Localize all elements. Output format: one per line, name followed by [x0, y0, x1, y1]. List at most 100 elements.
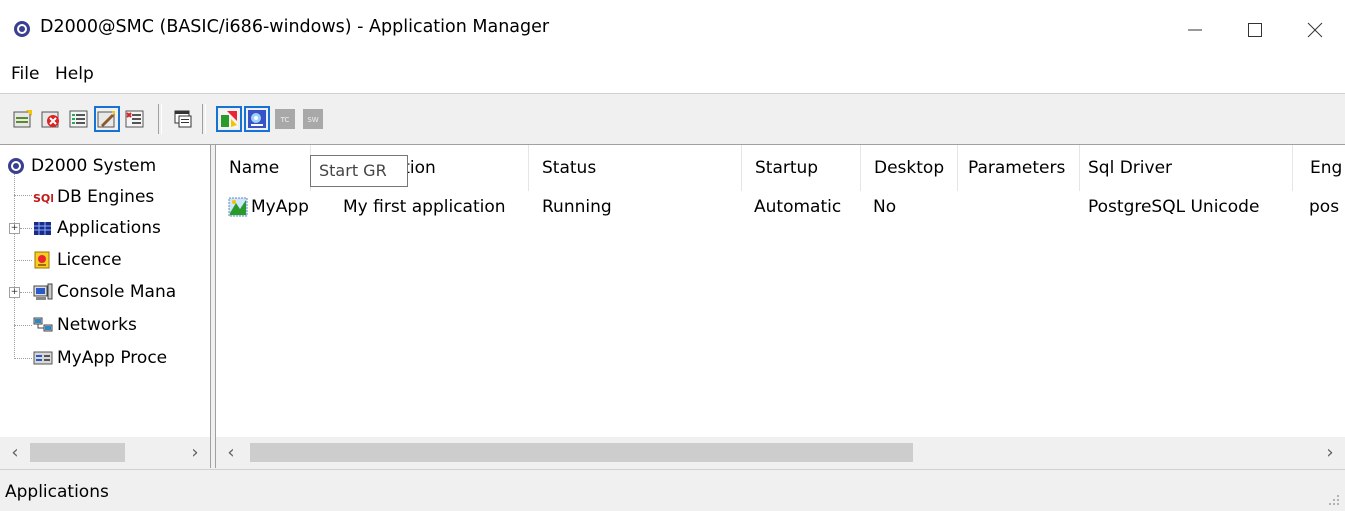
resize-grip-icon[interactable] — [1328, 494, 1340, 506]
close-icon — [1307, 22, 1323, 38]
maximize-button[interactable] — [1225, 0, 1285, 60]
tree-item-networks[interactable]: Networks — [33, 310, 137, 340]
tree-connector — [20, 292, 32, 293]
start-gr-button[interactable] — [216, 106, 242, 132]
minimize-icon — [1188, 29, 1202, 31]
status-text: Applications — [5, 482, 109, 502]
scroll-left-icon[interactable]: ‹ — [216, 437, 246, 468]
application-icon — [228, 197, 248, 217]
new-button[interactable] — [10, 106, 36, 132]
toolbar: TC SW — [0, 94, 1345, 145]
svg-text:SQL: SQL — [33, 192, 53, 205]
delete-button[interactable] — [38, 106, 64, 132]
column-header-engine[interactable]: Eng — [1293, 145, 1345, 191]
tree-item-label: Applications — [57, 218, 161, 238]
monitor-icon — [248, 110, 266, 128]
column-header-parameters[interactable]: Parameters — [958, 145, 1080, 191]
tree-connector — [14, 358, 32, 359]
tree-item-label: Console Mana — [57, 282, 177, 302]
tree-item-myapp-process[interactable]: MyApp Proce — [33, 343, 167, 373]
scrollbar-thumb[interactable] — [30, 443, 125, 462]
minimize-button[interactable] — [1165, 0, 1225, 60]
delete-icon — [41, 111, 59, 128]
edit-icon — [97, 111, 115, 128]
process-icon — [33, 351, 53, 365]
cell-engine: pos — [1309, 197, 1340, 217]
close-button[interactable] — [1285, 0, 1345, 60]
list-horizontal-scrollbar[interactable]: ‹ › — [216, 437, 1345, 468]
menu-file[interactable]: File — [11, 64, 39, 84]
cut-button[interactable] — [122, 106, 148, 132]
licence-icon — [34, 251, 50, 269]
tree-view[interactable]: + + D2000 System SQL DB Engines Applicat… — [0, 145, 211, 437]
column-header-startup[interactable]: Startup — [742, 145, 861, 191]
tooltip: Start GR — [310, 155, 408, 187]
scroll-right-icon[interactable]: › — [1315, 437, 1345, 468]
sw-button[interactable]: SW — [300, 106, 326, 132]
window-icon — [174, 110, 192, 128]
tree-connector — [14, 169, 15, 359]
cell-desktop: No — [873, 197, 897, 217]
cell-status: Running — [542, 197, 612, 217]
start-gr-icon — [220, 110, 238, 128]
tree-item-label: Licence — [57, 250, 122, 270]
tree-root-label: D2000 System — [31, 156, 157, 176]
svg-text:SW: SW — [307, 116, 318, 124]
panel-splitter[interactable] — [210, 145, 216, 468]
table-row[interactable]: MyApp My first application Running Autom… — [216, 191, 1345, 223]
tree-item-licence[interactable]: Licence — [33, 245, 122, 275]
sw-icon: SW — [303, 109, 323, 129]
application-list[interactable]: Name Description Status Startup Desktop … — [216, 145, 1345, 437]
monitor-button[interactable] — [244, 106, 270, 132]
sql-icon: SQL — [33, 192, 53, 205]
expand-applications[interactable]: + — [9, 223, 20, 234]
network-icon — [33, 317, 53, 332]
cell-parameters — [958, 191, 967, 223]
expand-console-manager[interactable]: + — [9, 287, 20, 298]
app-icon — [14, 21, 30, 37]
tree-item-label: Networks — [57, 315, 137, 335]
tree-horizontal-scrollbar[interactable]: ‹ › — [0, 437, 210, 468]
computer-icon — [33, 283, 53, 300]
tree-item-applications[interactable]: Applications — [33, 213, 161, 243]
tc-icon: TC — [275, 109, 295, 129]
toolbar-separator — [202, 104, 206, 134]
tree-root[interactable]: D2000 System — [7, 151, 156, 181]
column-header-status[interactable]: Status — [529, 145, 742, 191]
tree-connector — [14, 260, 32, 261]
menu-help[interactable]: Help — [55, 64, 94, 84]
cell-sql-driver: PostgreSQL Unicode — [1088, 197, 1260, 217]
scroll-right-icon[interactable]: › — [180, 437, 210, 468]
tree-connector — [14, 195, 32, 196]
scroll-left-icon[interactable]: ‹ — [0, 437, 30, 468]
maximize-icon — [1248, 23, 1262, 37]
column-header-name[interactable]: Name — [216, 145, 311, 191]
window-title: D2000@SMC (BASIC/i686-windows) - Applica… — [40, 17, 550, 37]
tree-item-db-engines[interactable]: SQL DB Engines — [33, 182, 154, 212]
status-bar: Applications — [0, 469, 1345, 511]
cell-name: MyApp — [251, 197, 309, 217]
list-icon — [69, 110, 88, 128]
tree-item-label: MyApp Proce — [57, 348, 168, 368]
new-icon — [13, 110, 32, 128]
tc-button[interactable]: TC — [272, 106, 298, 132]
tree-connector — [14, 325, 32, 326]
svg-text:TC: TC — [280, 116, 290, 124]
grid-icon — [34, 222, 51, 235]
title-bar: D2000@SMC (BASIC/i686-windows) - Applica… — [0, 0, 1345, 60]
tree-item-label: DB Engines — [57, 187, 155, 207]
tree-connector — [20, 228, 32, 229]
scrollbar-thumb[interactable] — [250, 443, 913, 462]
window-button[interactable] — [170, 106, 196, 132]
menu-bar: File Help — [0, 60, 1345, 94]
tree-item-console-manager[interactable]: Console Mana — [33, 277, 176, 307]
column-header-desktop[interactable]: Desktop — [861, 145, 958, 191]
list-button[interactable] — [66, 106, 92, 132]
cut-icon — [125, 110, 144, 128]
system-icon — [8, 158, 24, 174]
cell-description: My first application — [343, 197, 506, 217]
toolbar-separator — [158, 104, 162, 134]
cell-startup: Automatic — [754, 197, 842, 217]
column-header-sql-driver[interactable]: Sql Driver — [1080, 145, 1293, 191]
edit-button[interactable] — [94, 106, 120, 132]
